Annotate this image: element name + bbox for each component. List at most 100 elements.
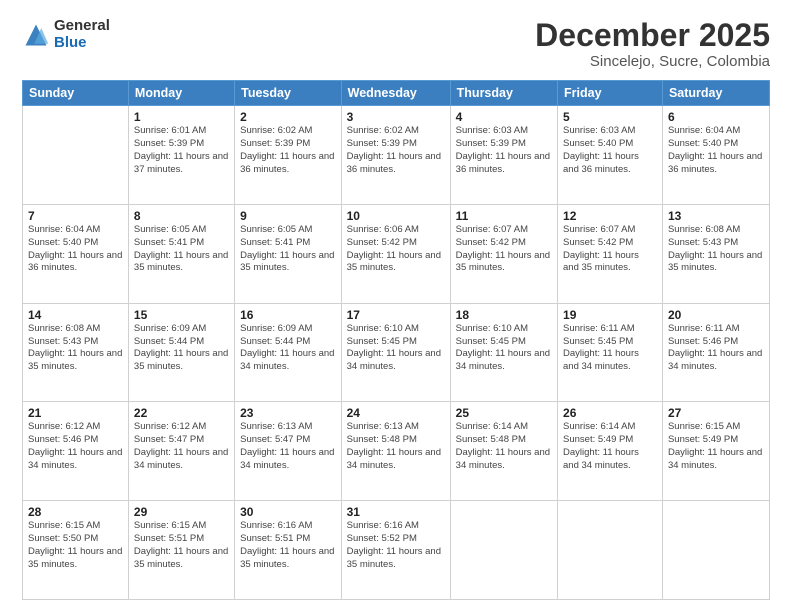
day-info: Sunrise: 6:03 AM Sunset: 5:39 PM Dayligh… <box>456 125 552 176</box>
daylight-text: Daylight: 11 hours and 35 minutes. <box>456 250 550 274</box>
sunrise-text: Sunrise: 6:03 AM <box>563 125 635 136</box>
day-number: 24 <box>347 406 445 420</box>
table-row: 12 Sunrise: 6:07 AM Sunset: 5:42 PM Dayl… <box>558 204 663 303</box>
sunrise-text: Sunrise: 6:15 AM <box>28 520 100 531</box>
sunrise-text: Sunrise: 6:02 AM <box>240 125 312 136</box>
sunrise-text: Sunrise: 6:15 AM <box>134 520 206 531</box>
calendar-week-row: 21 Sunrise: 6:12 AM Sunset: 5:46 PM Dayl… <box>23 402 770 501</box>
day-number: 29 <box>134 505 229 519</box>
month-title: December 2025 <box>535 18 770 53</box>
title-block: December 2025 Sincelejo, Sucre, Colombia <box>535 18 770 70</box>
calendar-week-row: 7 Sunrise: 6:04 AM Sunset: 5:40 PM Dayli… <box>23 204 770 303</box>
sunrise-text: Sunrise: 6:14 AM <box>563 421 635 432</box>
day-info: Sunrise: 6:15 AM Sunset: 5:49 PM Dayligh… <box>668 421 764 472</box>
sunrise-text: Sunrise: 6:08 AM <box>668 224 740 235</box>
day-number: 13 <box>668 209 764 223</box>
day-number: 22 <box>134 406 229 420</box>
sunrise-text: Sunrise: 6:05 AM <box>134 224 206 235</box>
table-row: 20 Sunrise: 6:11 AM Sunset: 5:46 PM Dayl… <box>662 303 769 402</box>
daylight-text: Daylight: 11 hours and 35 minutes. <box>134 348 228 372</box>
sunset-text: Sunset: 5:40 PM <box>668 138 738 149</box>
day-info: Sunrise: 6:01 AM Sunset: 5:39 PM Dayligh… <box>134 125 229 176</box>
day-number: 9 <box>240 209 336 223</box>
table-row: 5 Sunrise: 6:03 AM Sunset: 5:40 PM Dayli… <box>558 106 663 205</box>
day-number: 25 <box>456 406 552 420</box>
daylight-text: Daylight: 11 hours and 34 minutes. <box>563 348 639 372</box>
sunrise-text: Sunrise: 6:10 AM <box>347 323 419 334</box>
sunset-text: Sunset: 5:39 PM <box>240 138 310 149</box>
day-number: 26 <box>563 406 657 420</box>
sunrise-text: Sunrise: 6:11 AM <box>668 323 740 334</box>
day-number: 30 <box>240 505 336 519</box>
sunset-text: Sunset: 5:42 PM <box>456 237 526 248</box>
sunset-text: Sunset: 5:39 PM <box>456 138 526 149</box>
sunset-text: Sunset: 5:52 PM <box>347 533 417 544</box>
table-row <box>558 501 663 600</box>
sunset-text: Sunset: 5:40 PM <box>563 138 633 149</box>
day-info: Sunrise: 6:05 AM Sunset: 5:41 PM Dayligh… <box>240 224 336 275</box>
col-tuesday: Tuesday <box>235 81 342 106</box>
sunrise-text: Sunrise: 6:13 AM <box>240 421 312 432</box>
calendar-week-row: 1 Sunrise: 6:01 AM Sunset: 5:39 PM Dayli… <box>23 106 770 205</box>
table-row: 4 Sunrise: 6:03 AM Sunset: 5:39 PM Dayli… <box>450 106 557 205</box>
daylight-text: Daylight: 11 hours and 35 minutes. <box>347 546 441 570</box>
sunset-text: Sunset: 5:51 PM <box>240 533 310 544</box>
sunrise-text: Sunrise: 6:07 AM <box>563 224 635 235</box>
daylight-text: Daylight: 11 hours and 35 minutes. <box>347 250 441 274</box>
logo-blue-text: Blue <box>54 35 110 52</box>
sunrise-text: Sunrise: 6:12 AM <box>134 421 206 432</box>
table-row: 24 Sunrise: 6:13 AM Sunset: 5:48 PM Dayl… <box>341 402 450 501</box>
sunset-text: Sunset: 5:44 PM <box>134 336 204 347</box>
daylight-text: Daylight: 11 hours and 34 minutes. <box>240 348 334 372</box>
sunset-text: Sunset: 5:41 PM <box>134 237 204 248</box>
sunset-text: Sunset: 5:50 PM <box>28 533 98 544</box>
day-info: Sunrise: 6:15 AM Sunset: 5:50 PM Dayligh… <box>28 520 123 571</box>
day-number: 20 <box>668 308 764 322</box>
table-row: 25 Sunrise: 6:14 AM Sunset: 5:48 PM Dayl… <box>450 402 557 501</box>
day-info: Sunrise: 6:10 AM Sunset: 5:45 PM Dayligh… <box>456 323 552 374</box>
daylight-text: Daylight: 11 hours and 34 minutes. <box>347 348 441 372</box>
day-number: 14 <box>28 308 123 322</box>
sunset-text: Sunset: 5:39 PM <box>347 138 417 149</box>
table-row <box>450 501 557 600</box>
sunrise-text: Sunrise: 6:03 AM <box>456 125 528 136</box>
day-info: Sunrise: 6:16 AM Sunset: 5:51 PM Dayligh… <box>240 520 336 571</box>
daylight-text: Daylight: 11 hours and 36 minutes. <box>240 151 334 175</box>
sunrise-text: Sunrise: 6:10 AM <box>456 323 528 334</box>
sunrise-text: Sunrise: 6:16 AM <box>240 520 312 531</box>
sunset-text: Sunset: 5:51 PM <box>134 533 204 544</box>
sunrise-text: Sunrise: 6:12 AM <box>28 421 100 432</box>
day-info: Sunrise: 6:06 AM Sunset: 5:42 PM Dayligh… <box>347 224 445 275</box>
day-number: 5 <box>563 110 657 124</box>
day-info: Sunrise: 6:04 AM Sunset: 5:40 PM Dayligh… <box>28 224 123 275</box>
day-info: Sunrise: 6:08 AM Sunset: 5:43 PM Dayligh… <box>668 224 764 275</box>
sunset-text: Sunset: 5:43 PM <box>28 336 98 347</box>
sunset-text: Sunset: 5:45 PM <box>563 336 633 347</box>
sunrise-text: Sunrise: 6:14 AM <box>456 421 528 432</box>
day-number: 27 <box>668 406 764 420</box>
calendar-week-row: 28 Sunrise: 6:15 AM Sunset: 5:50 PM Dayl… <box>23 501 770 600</box>
table-row: 14 Sunrise: 6:08 AM Sunset: 5:43 PM Dayl… <box>23 303 129 402</box>
table-row: 19 Sunrise: 6:11 AM Sunset: 5:45 PM Dayl… <box>558 303 663 402</box>
day-info: Sunrise: 6:11 AM Sunset: 5:46 PM Dayligh… <box>668 323 764 374</box>
day-info: Sunrise: 6:03 AM Sunset: 5:40 PM Dayligh… <box>563 125 657 176</box>
col-wednesday: Wednesday <box>341 81 450 106</box>
table-row: 8 Sunrise: 6:05 AM Sunset: 5:41 PM Dayli… <box>128 204 234 303</box>
sunset-text: Sunset: 5:39 PM <box>134 138 204 149</box>
col-sunday: Sunday <box>23 81 129 106</box>
table-row: 22 Sunrise: 6:12 AM Sunset: 5:47 PM Dayl… <box>128 402 234 501</box>
day-number: 21 <box>28 406 123 420</box>
daylight-text: Daylight: 11 hours and 34 minutes. <box>240 447 334 471</box>
day-info: Sunrise: 6:13 AM Sunset: 5:48 PM Dayligh… <box>347 421 445 472</box>
logo: General Blue <box>22 18 110 51</box>
daylight-text: Daylight: 11 hours and 37 minutes. <box>134 151 228 175</box>
daylight-text: Daylight: 11 hours and 34 minutes. <box>347 447 441 471</box>
logo-icon <box>22 21 50 49</box>
sunset-text: Sunset: 5:41 PM <box>240 237 310 248</box>
day-number: 4 <box>456 110 552 124</box>
table-row: 30 Sunrise: 6:16 AM Sunset: 5:51 PM Dayl… <box>235 501 342 600</box>
sunrise-text: Sunrise: 6:07 AM <box>456 224 528 235</box>
col-thursday: Thursday <box>450 81 557 106</box>
sunrise-text: Sunrise: 6:09 AM <box>240 323 312 334</box>
sunset-text: Sunset: 5:47 PM <box>134 434 204 445</box>
